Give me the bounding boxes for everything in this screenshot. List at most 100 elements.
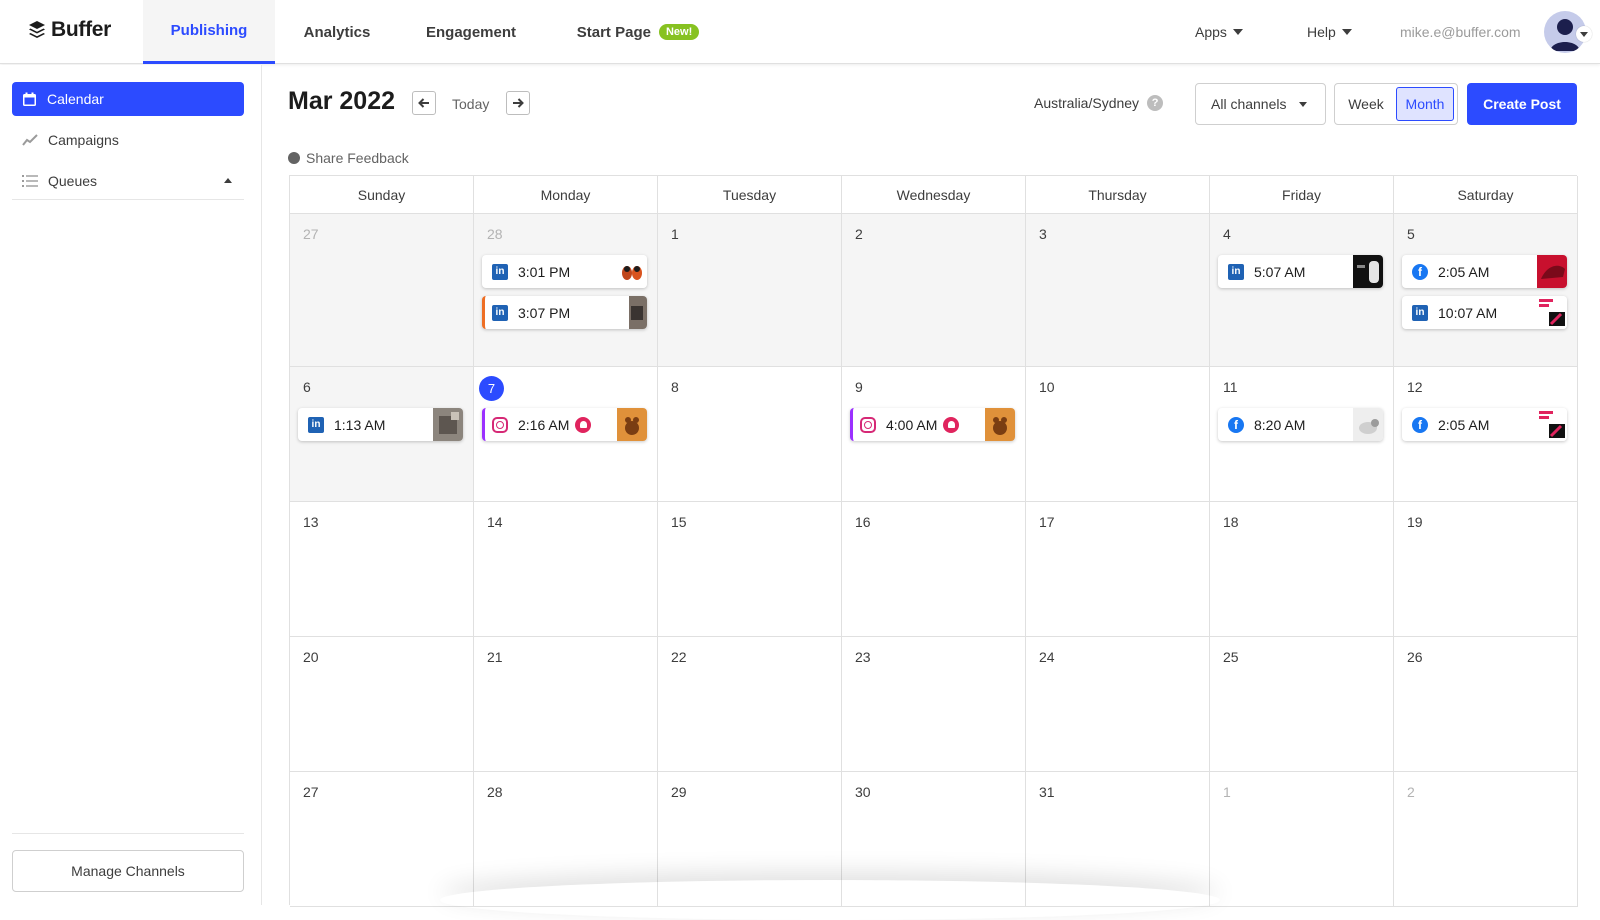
scheduled-post[interactable]: f 2:05 AM [1402, 408, 1567, 441]
post-thumbnail [1353, 255, 1383, 288]
calendar-day-cell[interactable]: 23 [842, 637, 1026, 772]
calendar-day-cell[interactable]: 5 f 2:05 AM in 10:07 AM [1394, 214, 1578, 367]
day-number: 19 [1407, 514, 1423, 530]
calendar-day-cell[interactable]: 16 [842, 502, 1026, 637]
day-number: 3 [1039, 226, 1047, 242]
post-thumbnail [617, 408, 647, 441]
chevron-up-icon[interactable] [224, 178, 232, 183]
day-number: 8 [671, 379, 679, 395]
calendar-day-cell[interactable]: 19 [1394, 502, 1578, 637]
calendar-day-cell[interactable]: 2 [1394, 772, 1578, 907]
calendar-day-cell[interactable]: 14 [474, 502, 658, 637]
calendar-day-cell[interactable]: 20 [290, 637, 474, 772]
calendar-day-cell[interactable]: 28 in 3:01 PM in 3:07 PM [474, 214, 658, 367]
channels-select[interactable]: All channels [1195, 83, 1326, 125]
scheduled-post[interactable]: 4:00 AM [850, 408, 1015, 441]
day-number: 20 [303, 649, 319, 665]
linkedin-icon: in [308, 416, 324, 433]
manage-channels-button[interactable]: Manage Channels [12, 850, 244, 892]
calendar-day-cell[interactable]: 10 [1026, 367, 1210, 502]
scheduled-post[interactable]: in 1:13 AM [298, 408, 463, 441]
day-number: 4 [1223, 226, 1231, 242]
buffer-logo[interactable]: Buffer [28, 18, 111, 42]
day-number: 27 [303, 784, 319, 800]
post-time: 1:13 AM [334, 416, 386, 433]
calendar-day-cell[interactable]: 18 [1210, 502, 1394, 637]
calendar-day-cell[interactable]: 11 f 8:20 AM [1210, 367, 1394, 502]
scheduled-post[interactable]: in 10:07 AM [1402, 296, 1567, 329]
create-post-button[interactable]: Create Post [1467, 83, 1577, 125]
calendar-day-cell[interactable]: 15 [658, 502, 842, 637]
month-calendar: Sunday Monday Tuesday Wednesday Thursday Frid… [289, 175, 1578, 907]
scheduled-post[interactable]: 2:16 AM [482, 408, 647, 441]
calendar-day-cell[interactable]: 27 [290, 214, 474, 367]
scheduled-post[interactable]: in 5:07 AM [1218, 255, 1383, 288]
share-feedback-label: Share Feedback [306, 150, 409, 166]
next-month-button[interactable] [506, 91, 530, 115]
facebook-icon: f [1412, 416, 1428, 433]
calendar-day-cell[interactable]: 1 [658, 214, 842, 367]
list-icon [22, 175, 38, 187]
calendar-day-cell[interactable]: 27 [290, 772, 474, 907]
scheduled-post[interactable]: in 3:07 PM [482, 296, 647, 329]
chevron-down-icon [1232, 29, 1243, 35]
calendar-day-cell[interactable]: 2 [842, 214, 1026, 367]
scheduled-post[interactable]: f 2:05 AM [1402, 255, 1567, 288]
account-menu-toggle[interactable] [1576, 26, 1592, 42]
tab-analytics[interactable]: Analytics [275, 0, 399, 64]
share-feedback-link[interactable]: Share Feedback [288, 150, 409, 166]
day-number: 12 [1407, 379, 1423, 395]
week-view-button[interactable]: Week [1338, 87, 1394, 121]
instagram-icon [492, 416, 508, 433]
post-thumbnail [1537, 255, 1567, 288]
calendar-day-cell[interactable]: 4 in 5:07 AM [1210, 214, 1394, 367]
calendar-day-cell[interactable]: 25 [1210, 637, 1394, 772]
calendar-day-cell[interactable]: 8 [658, 367, 842, 502]
calendar-icon [23, 92, 36, 106]
apps-menu[interactable]: Apps [1195, 0, 1243, 64]
day-number: 11 [1223, 379, 1238, 395]
help-menu[interactable]: Help [1307, 0, 1352, 64]
top-navigation-bar: Buffer Publishing Analytics Engagement S… [0, 0, 1600, 64]
calendar-day-cell[interactable]: 26 [1394, 637, 1578, 772]
calendar-day-cell[interactable]: 24 [1026, 637, 1210, 772]
calendar-day-cell[interactable]: 22 [658, 637, 842, 772]
scheduled-post[interactable]: in 3:01 PM [482, 255, 647, 288]
day-number: 13 [303, 514, 319, 530]
calendar-day-cell[interactable]: 1 [1210, 772, 1394, 907]
sidebar-item-queues[interactable]: Queues [12, 164, 244, 198]
day-number: 5 [1407, 226, 1415, 242]
day-number: 17 [1039, 514, 1055, 530]
calendar-day-cell[interactable]: 3 [1026, 214, 1210, 367]
post-thumbnail [1537, 296, 1567, 329]
calendar-day-cell[interactable]: 17 [1026, 502, 1210, 637]
month-view-button[interactable]: Month [1396, 87, 1454, 121]
calendar-day-cell[interactable]: 6 in 1:13 AM [290, 367, 474, 502]
post-time: 5:07 AM [1254, 263, 1306, 280]
previous-month-button[interactable] [412, 91, 436, 115]
sidebar-item-label: Campaigns [48, 132, 119, 148]
day-number: 28 [487, 226, 503, 242]
scheduled-post[interactable]: f 8:20 AM [1218, 408, 1383, 441]
timezone-label: Australia/Sydney [1034, 95, 1140, 111]
today-button[interactable]: Today [452, 96, 489, 112]
help-icon[interactable]: ? [1147, 95, 1164, 111]
calendar-day-cell[interactable]: 13 [290, 502, 474, 637]
day-number: 26 [1407, 649, 1423, 665]
sidebar-item-campaigns[interactable]: Campaigns [12, 123, 244, 157]
post-time: 2:16 AM [518, 416, 570, 433]
calendar-day-cell[interactable]: 21 [474, 637, 658, 772]
calendar-day-cell[interactable]: 7 2:16 AM [474, 367, 658, 502]
day-number: 27 [303, 226, 319, 242]
tab-engagement[interactable]: Engagement [399, 0, 543, 64]
instagram-icon [860, 416, 876, 433]
tab-publishing[interactable]: Publishing [143, 0, 275, 64]
sidebar-item-label: Queues [48, 173, 98, 189]
tab-start-page[interactable]: Start Page New! [553, 0, 723, 64]
day-number: 25 [1223, 649, 1239, 665]
calendar-day-cell[interactable]: 12 f 2:05 AM [1394, 367, 1578, 502]
day-number: 6 [303, 379, 311, 395]
sidebar-item-calendar[interactable]: Calendar [12, 82, 244, 116]
calendar-day-cell[interactable]: 9 4:00 AM [842, 367, 1026, 502]
sidebar: Calendar Campaigns Queues Manage Channel… [0, 65, 262, 905]
